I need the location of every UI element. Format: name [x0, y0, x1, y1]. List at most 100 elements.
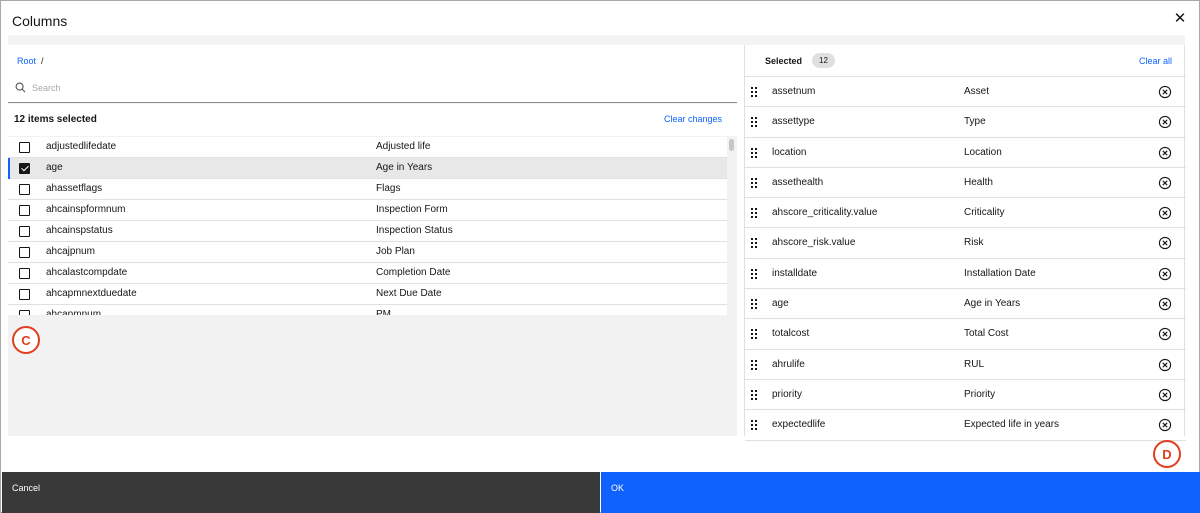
drag-handle-icon[interactable] [751, 177, 757, 188]
selected-row: assettype Type [745, 107, 1186, 138]
breadcrumb-root-link[interactable]: Root [17, 56, 36, 66]
available-row[interactable]: ahcainspstatus Inspection Status [8, 221, 727, 242]
selected-row: totalcost Total Cost [745, 319, 1186, 350]
checkbox-checked[interactable] [19, 163, 30, 174]
column-description: Flags [376, 183, 401, 194]
selected-count-badge: 12 [812, 53, 835, 68]
selected-column-description: Risk [964, 237, 984, 249]
column-description: Next Due Date [376, 288, 442, 299]
selected-column-description: Type [964, 116, 986, 128]
selected-column-name: assethealth [772, 176, 824, 188]
remove-circle-icon[interactable] [1158, 115, 1172, 129]
selected-column-name: assetnum [772, 86, 816, 97]
remove-circle-icon[interactable] [1158, 206, 1172, 220]
remove-circle-icon[interactable] [1158, 297, 1172, 311]
available-row[interactable]: age Age in Years [8, 158, 727, 179]
available-row[interactable]: adjustedlifedate Adjusted life [8, 137, 727, 158]
available-row[interactable]: ahcapmnum PM [8, 305, 727, 315]
selected-column-description: Criticality [964, 207, 1005, 219]
available-columns-list: adjustedlifedate Adjusted life age Age in Y… [8, 137, 727, 315]
selected-columns-list: assetnum Asset assettype Type location Locati… [745, 77, 1186, 441]
cancel-button[interactable]: Cancel [2, 472, 600, 513]
column-name: ahcalastcompdate [46, 267, 128, 278]
remove-circle-icon[interactable] [1158, 146, 1172, 160]
remove-circle-icon[interactable] [1158, 418, 1172, 432]
list-scrollbar[interactable] [729, 137, 735, 315]
available-row[interactable]: ahcainspformnum Inspection Form [8, 200, 727, 221]
close-icon[interactable]: ✕ [1171, 9, 1189, 27]
column-name: ahassetflags [46, 183, 103, 194]
marker-c: C [12, 326, 40, 354]
remove-circle-icon[interactable] [1158, 236, 1172, 250]
column-name: ahcainspstatus [46, 225, 113, 236]
selected-title: Selected [765, 56, 803, 66]
selected-column-description: RUL [964, 358, 985, 370]
drag-handle-icon[interactable] [751, 299, 757, 310]
available-row[interactable]: ahcalastcompdate Completion Date [8, 263, 727, 284]
selected-row: priority Priority [745, 380, 1186, 411]
remove-circle-icon[interactable] [1158, 388, 1172, 402]
available-row[interactable]: ahcapmnextduedate Next Due Date [8, 284, 727, 305]
drag-handle-icon[interactable] [751, 238, 757, 249]
scrollbar-thumb[interactable] [729, 139, 734, 151]
checkbox[interactable] [19, 289, 30, 300]
drag-handle-icon[interactable] [751, 420, 757, 431]
selected-column-name: totalcost [772, 328, 810, 340]
selected-row: ahrulife RUL [745, 350, 1186, 380]
checkbox[interactable] [19, 310, 30, 315]
ok-button[interactable]: OK [601, 472, 1200, 513]
modal-title: Columns [12, 13, 68, 29]
column-name: ahcapmnum [46, 309, 102, 315]
drag-handle-icon[interactable] [751, 389, 757, 400]
top-strip [8, 35, 1185, 45]
selected-row: ahscore_risk.value Risk [745, 228, 1186, 259]
drag-handle-icon[interactable] [751, 87, 757, 97]
available-row[interactable]: ahcajpnum Job Plan [8, 242, 727, 263]
remove-circle-icon[interactable] [1158, 267, 1172, 281]
selected-column-name: assettype [772, 116, 815, 128]
column-description: Completion Date [376, 267, 451, 278]
available-columns-panel: Root / 12 items selected Clear changes a… [8, 45, 737, 436]
selected-row: location Location [745, 138, 1186, 168]
modal-footer: Cancel OK [2, 472, 1200, 513]
checkbox[interactable] [19, 268, 30, 279]
column-description: Inspection Form [376, 204, 448, 215]
selected-row: age Age in Years [745, 289, 1186, 320]
drag-handle-icon[interactable] [751, 117, 757, 128]
selected-column-name: location [772, 146, 807, 158]
column-name: ahcainspformnum [46, 204, 126, 215]
remove-circle-icon[interactable] [1158, 327, 1172, 341]
column-description: Adjusted life [376, 141, 431, 152]
selected-column-name: installdate [772, 267, 818, 279]
drag-handle-icon[interactable] [751, 147, 757, 158]
remove-circle-icon[interactable] [1158, 176, 1172, 190]
drag-handle-icon[interactable] [751, 208, 757, 219]
selected-column-description: Priority [964, 388, 996, 400]
selected-row: installdate Installation Date [745, 259, 1186, 290]
drag-handle-icon[interactable] [751, 268, 757, 279]
remove-circle-icon[interactable] [1158, 85, 1172, 99]
checkbox[interactable] [19, 205, 30, 216]
checkbox[interactable] [19, 247, 30, 258]
clear-all-link[interactable]: Clear all [1139, 56, 1172, 66]
checkbox[interactable] [19, 184, 30, 195]
selected-columns-panel: Selected 12 Clear all assetnum Asset asset… [744, 45, 1186, 441]
selected-column-description: Total Cost [964, 328, 1009, 340]
selected-row: expectedlife Expected life in years [745, 410, 1186, 441]
search-input[interactable] [32, 80, 722, 96]
column-name: ahcapmnextduedate [46, 288, 137, 299]
checkbox[interactable] [19, 142, 30, 153]
selected-column-description: Location [964, 146, 1002, 158]
selected-column-name: ahscore_criticality.value [772, 207, 878, 219]
remove-circle-icon[interactable] [1158, 358, 1172, 372]
selected-column-description: Asset [964, 86, 990, 97]
selected-row: ahscore_criticality.value Criticality [745, 198, 1186, 229]
checkbox[interactable] [19, 226, 30, 237]
column-name: adjustedlifedate [46, 141, 117, 152]
clear-changes-link[interactable]: Clear changes [664, 114, 722, 124]
drag-handle-icon[interactable] [751, 329, 757, 340]
available-row[interactable]: ahassetflags Flags [8, 179, 727, 200]
breadcrumb-separator: / [41, 56, 44, 66]
selected-column-name: age [772, 298, 789, 310]
drag-handle-icon[interactable] [751, 359, 757, 370]
